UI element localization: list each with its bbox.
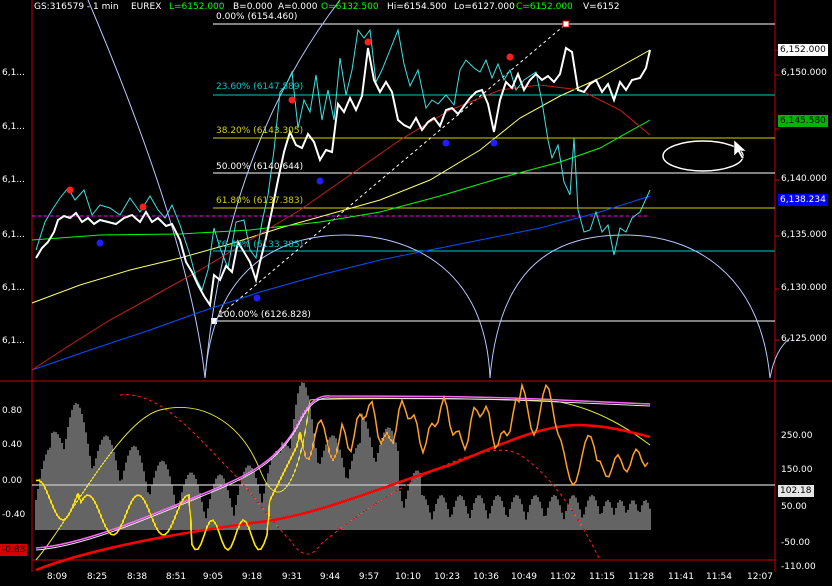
ind-left-tick: 0.00: [2, 476, 23, 486]
price-tick: 6,135.000: [781, 230, 827, 240]
time-tick: 8:09: [46, 572, 68, 582]
time-tick: 12:07: [747, 572, 773, 582]
time-tick: 9:18: [241, 572, 263, 582]
yellow-ma: [31, 49, 651, 304]
time-tick: 9:57: [358, 572, 380, 582]
time-tick: 11:41: [668, 572, 694, 582]
fib-label: 100.00% (6126.828): [218, 310, 311, 320]
left-price-tick: 6,1...: [2, 283, 25, 293]
price-tick: 6,130.000: [781, 283, 827, 293]
cycle-arc: [489, 234, 771, 379]
time-tick: 11:15: [589, 572, 615, 582]
ind-left-tick: -0.40: [2, 510, 26, 520]
ind-right-tick: -50.00: [781, 538, 811, 548]
header-last: L=6152.000: [169, 2, 225, 12]
ind-right-badge: 102.18: [778, 485, 814, 497]
left-price-tick: 6,1...: [2, 122, 25, 132]
fib-label: 38.20% (6143.305): [216, 126, 304, 136]
time-tick: 10:23: [434, 572, 460, 582]
left-price-tick: 6,1...: [2, 68, 25, 78]
ind-right-tick: -110.00: [781, 562, 816, 572]
time-tick: 11:02: [550, 572, 576, 582]
fib-label: 76.40% (6133.385): [216, 240, 304, 250]
time-tick: 9:05: [202, 572, 224, 582]
left-price-tick: 6,1...: [2, 230, 25, 240]
price-tick: 6,150.000: [781, 68, 827, 78]
left-price-tick: 6,1...: [2, 336, 25, 346]
price-tick: 6,125.000: [781, 334, 827, 344]
ind-left-badge: -0.83: [0, 544, 28, 556]
blue-ma: [31, 195, 651, 371]
swing-low-dot: [253, 294, 261, 302]
time-tick: 8:51: [165, 572, 187, 582]
header-bid: B=0.000: [233, 2, 273, 12]
swing-high-dot: [288, 96, 296, 104]
ind-right-tick: 50.00: [781, 502, 807, 512]
swing-high-dot: [66, 186, 74, 194]
header-exchange: EUREX: [131, 2, 162, 12]
time-tick: 11:54: [706, 572, 732, 582]
swing-high-dot: [364, 38, 372, 46]
swing-high-dot: [506, 53, 514, 61]
cycle-arc: [769, 337, 791, 379]
swing-low-dot: [442, 139, 450, 147]
time-tick: 11:28: [628, 572, 654, 582]
swing-low-dot: [96, 239, 104, 247]
header-symbol: GS:316579 - 1 min: [34, 2, 119, 12]
fib-label: 61.80% (6137.383): [216, 196, 304, 206]
time-tick: 9:31: [281, 572, 303, 582]
ind-right-tick: 250.00: [781, 431, 813, 441]
last-price-badge: 6,152.000: [778, 44, 828, 56]
time-tick: 8:38: [126, 572, 148, 582]
annotation-ellipse: [662, 140, 744, 172]
left-price-tick: 6,1...: [2, 175, 25, 185]
swing-high-dot: [139, 203, 147, 211]
green-ma-badge: 6,145.580: [778, 115, 828, 127]
cycle-arc: [87, 0, 206, 379]
header-open: O=6132.500: [321, 2, 379, 12]
blue-ma-badge: 6,138.234: [778, 194, 828, 206]
fib-label: 0.00% (6154.460): [216, 12, 298, 22]
ind-left-tick: 0.40: [2, 440, 23, 450]
swing-low-dot: [490, 139, 498, 147]
cursor-icon: [733, 139, 747, 160]
chart-canvas[interactable]: [0, 0, 832, 586]
fib-label: 50.00% (6140.644): [216, 162, 304, 172]
header-low: Lo=6127.000: [454, 2, 515, 12]
header-high: Hi=6154.500: [387, 2, 447, 12]
time-tick: 10:10: [395, 572, 421, 582]
header-ask: A=0.000: [278, 2, 318, 12]
time-tick: 8:25: [86, 572, 108, 582]
fib-handle: [562, 20, 570, 28]
swing-low-dot: [316, 177, 324, 185]
ind-right-tick: 150.00: [781, 465, 813, 475]
fib-label: 23.60% (6147.589): [216, 82, 304, 92]
price-tick: 6,140.000: [781, 174, 827, 184]
close-price-line: [35, 46, 651, 308]
ind-left-tick: 0.80: [2, 406, 23, 416]
time-tick: 10:49: [511, 572, 537, 582]
time-tick: 10:36: [473, 572, 499, 582]
red-ma: [31, 84, 651, 371]
header-close: C=6152.000: [516, 2, 573, 12]
header-volume: V=6152: [583, 2, 620, 12]
time-tick: 9:44: [319, 572, 341, 582]
